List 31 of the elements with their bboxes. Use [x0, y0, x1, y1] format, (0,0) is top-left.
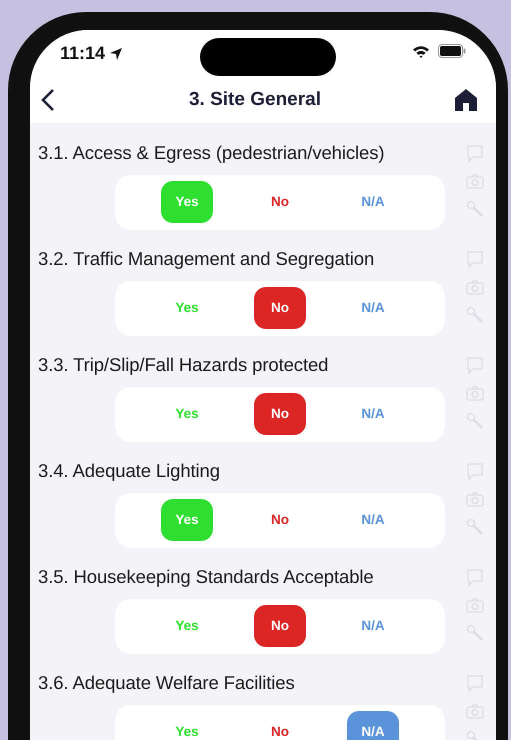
answer-option[interactable]: No: [254, 711, 306, 740]
answer-option[interactable]: Yes: [161, 605, 213, 648]
question-text: 3.1. Access & Egress (pedestrian/vehicles): [38, 141, 386, 165]
status-time: 11:14: [60, 42, 106, 65]
answer-option[interactable]: Yes: [161, 711, 213, 740]
answer-option[interactable]: N/A: [347, 287, 399, 330]
answer-option[interactable]: N/A: [347, 711, 399, 740]
answer-option[interactable]: Yes: [161, 181, 213, 224]
home-icon[interactable]: [454, 88, 478, 112]
screen-title: 3. Site General: [188, 88, 321, 112]
question-text: 3.4. Adequate Lighting: [38, 459, 221, 483]
question-text: 3.3. Trip/Slip/Fall Hazards protected: [38, 353, 330, 377]
location-arrow-icon: [109, 46, 124, 60]
back-icon[interactable]: [40, 88, 56, 112]
answer-option[interactable]: No: [254, 287, 306, 330]
answer-option[interactable]: No: [254, 181, 306, 224]
wifi-icon: [412, 44, 430, 58]
answer-option[interactable]: N/A: [347, 605, 399, 648]
question-text: 3.6. Adequate Welfare Facilities: [38, 671, 296, 695]
answer-option[interactable]: No: [254, 393, 306, 436]
answer-option[interactable]: Yes: [161, 499, 213, 542]
answer-option[interactable]: No: [254, 499, 306, 542]
question-text: 3.5. Housekeeping Standards Acceptable: [38, 565, 375, 589]
battery-icon: [438, 44, 466, 58]
answer-option[interactable]: N/A: [347, 181, 399, 224]
answer-option[interactable]: Yes: [161, 287, 213, 330]
answer-option[interactable]: No: [254, 605, 306, 648]
answer-option[interactable]: Yes: [161, 393, 213, 436]
answer-option[interactable]: N/A: [347, 499, 399, 542]
question-text: 3.2. Traffic Management and Segregation: [38, 247, 376, 271]
answer-option[interactable]: N/A: [347, 393, 399, 436]
